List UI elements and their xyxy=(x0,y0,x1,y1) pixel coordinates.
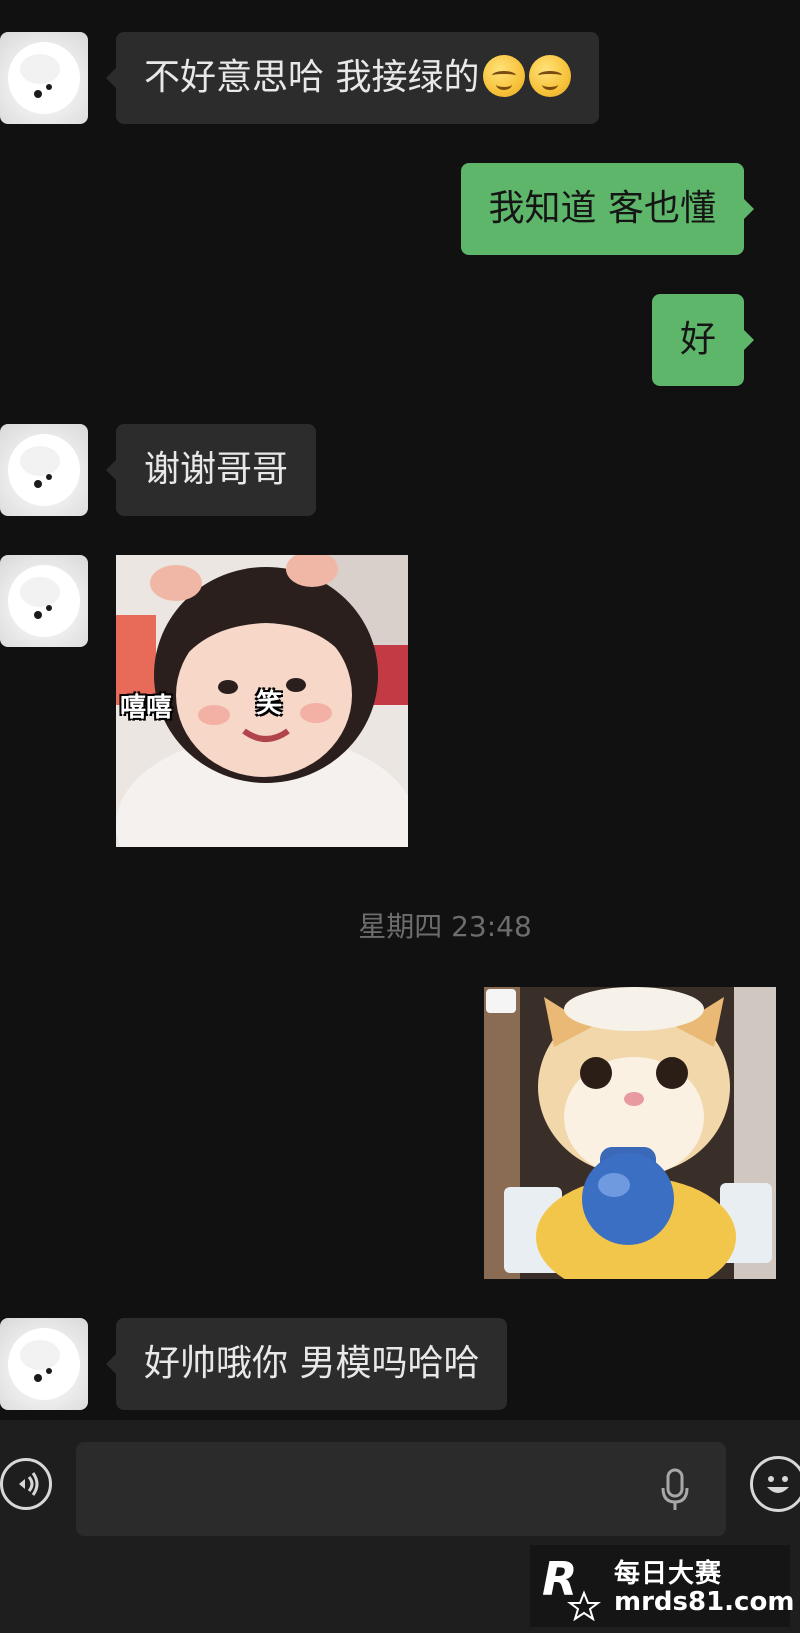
timestamp: 星期四 23:48 xyxy=(358,910,532,943)
watermark-url: mrds81.com xyxy=(614,1587,795,1617)
voice-icon[interactable] xyxy=(0,1458,52,1510)
message-bubble-sent[interactable]: 好 xyxy=(651,294,755,386)
cat-with-water-gun-sticker[interactable] xyxy=(484,987,776,1279)
voice-waves-glyph xyxy=(19,1472,39,1496)
svg-text:R: R xyxy=(542,1552,577,1606)
message-text: 好 xyxy=(679,319,716,360)
message-bubble-received[interactable]: 谢谢哥哥 xyxy=(105,424,317,516)
message-text: 谢谢哥哥 xyxy=(144,449,289,490)
sticker-caption: 嘻嘻 xyxy=(120,693,173,723)
sticker-caption: 笑 xyxy=(256,689,283,719)
message-text: 我知道 客也懂 xyxy=(488,188,716,229)
microphone-icon[interactable] xyxy=(660,1468,690,1512)
emoji-icon[interactable] xyxy=(750,1456,800,1512)
message-input[interactable] xyxy=(76,1442,726,1536)
baby-sticker[interactable]: 嘻嘻 笑 xyxy=(116,555,408,847)
contact-avatar[interactable] xyxy=(0,555,88,647)
smiling-face-icon xyxy=(483,55,526,97)
smiling-face-icon xyxy=(529,55,572,97)
message-bubble-received[interactable]: 好帅哦你 男模吗哈哈 xyxy=(105,1318,508,1410)
watermark-title: 每日大赛 xyxy=(614,1559,723,1589)
cat-sticker-image xyxy=(484,987,776,1279)
message-bubble-received[interactable]: 不好意思哈 我接绿的 xyxy=(105,32,600,124)
emoji-face-glyph xyxy=(767,1476,789,1493)
message-bubble-sent[interactable]: 我知道 客也懂 xyxy=(460,163,755,255)
watermark: R 每日大赛 mrds81.com xyxy=(530,1545,794,1627)
r-star-logo-icon: R xyxy=(542,1552,601,1621)
contact-avatar[interactable] xyxy=(0,424,88,516)
contact-avatar[interactable] xyxy=(0,1318,88,1410)
message-text: 好帅哦你 男模吗哈哈 xyxy=(144,1343,480,1384)
message-text: 不好意思哈 我接绿的 xyxy=(144,57,480,98)
contact-avatar[interactable] xyxy=(0,32,88,124)
